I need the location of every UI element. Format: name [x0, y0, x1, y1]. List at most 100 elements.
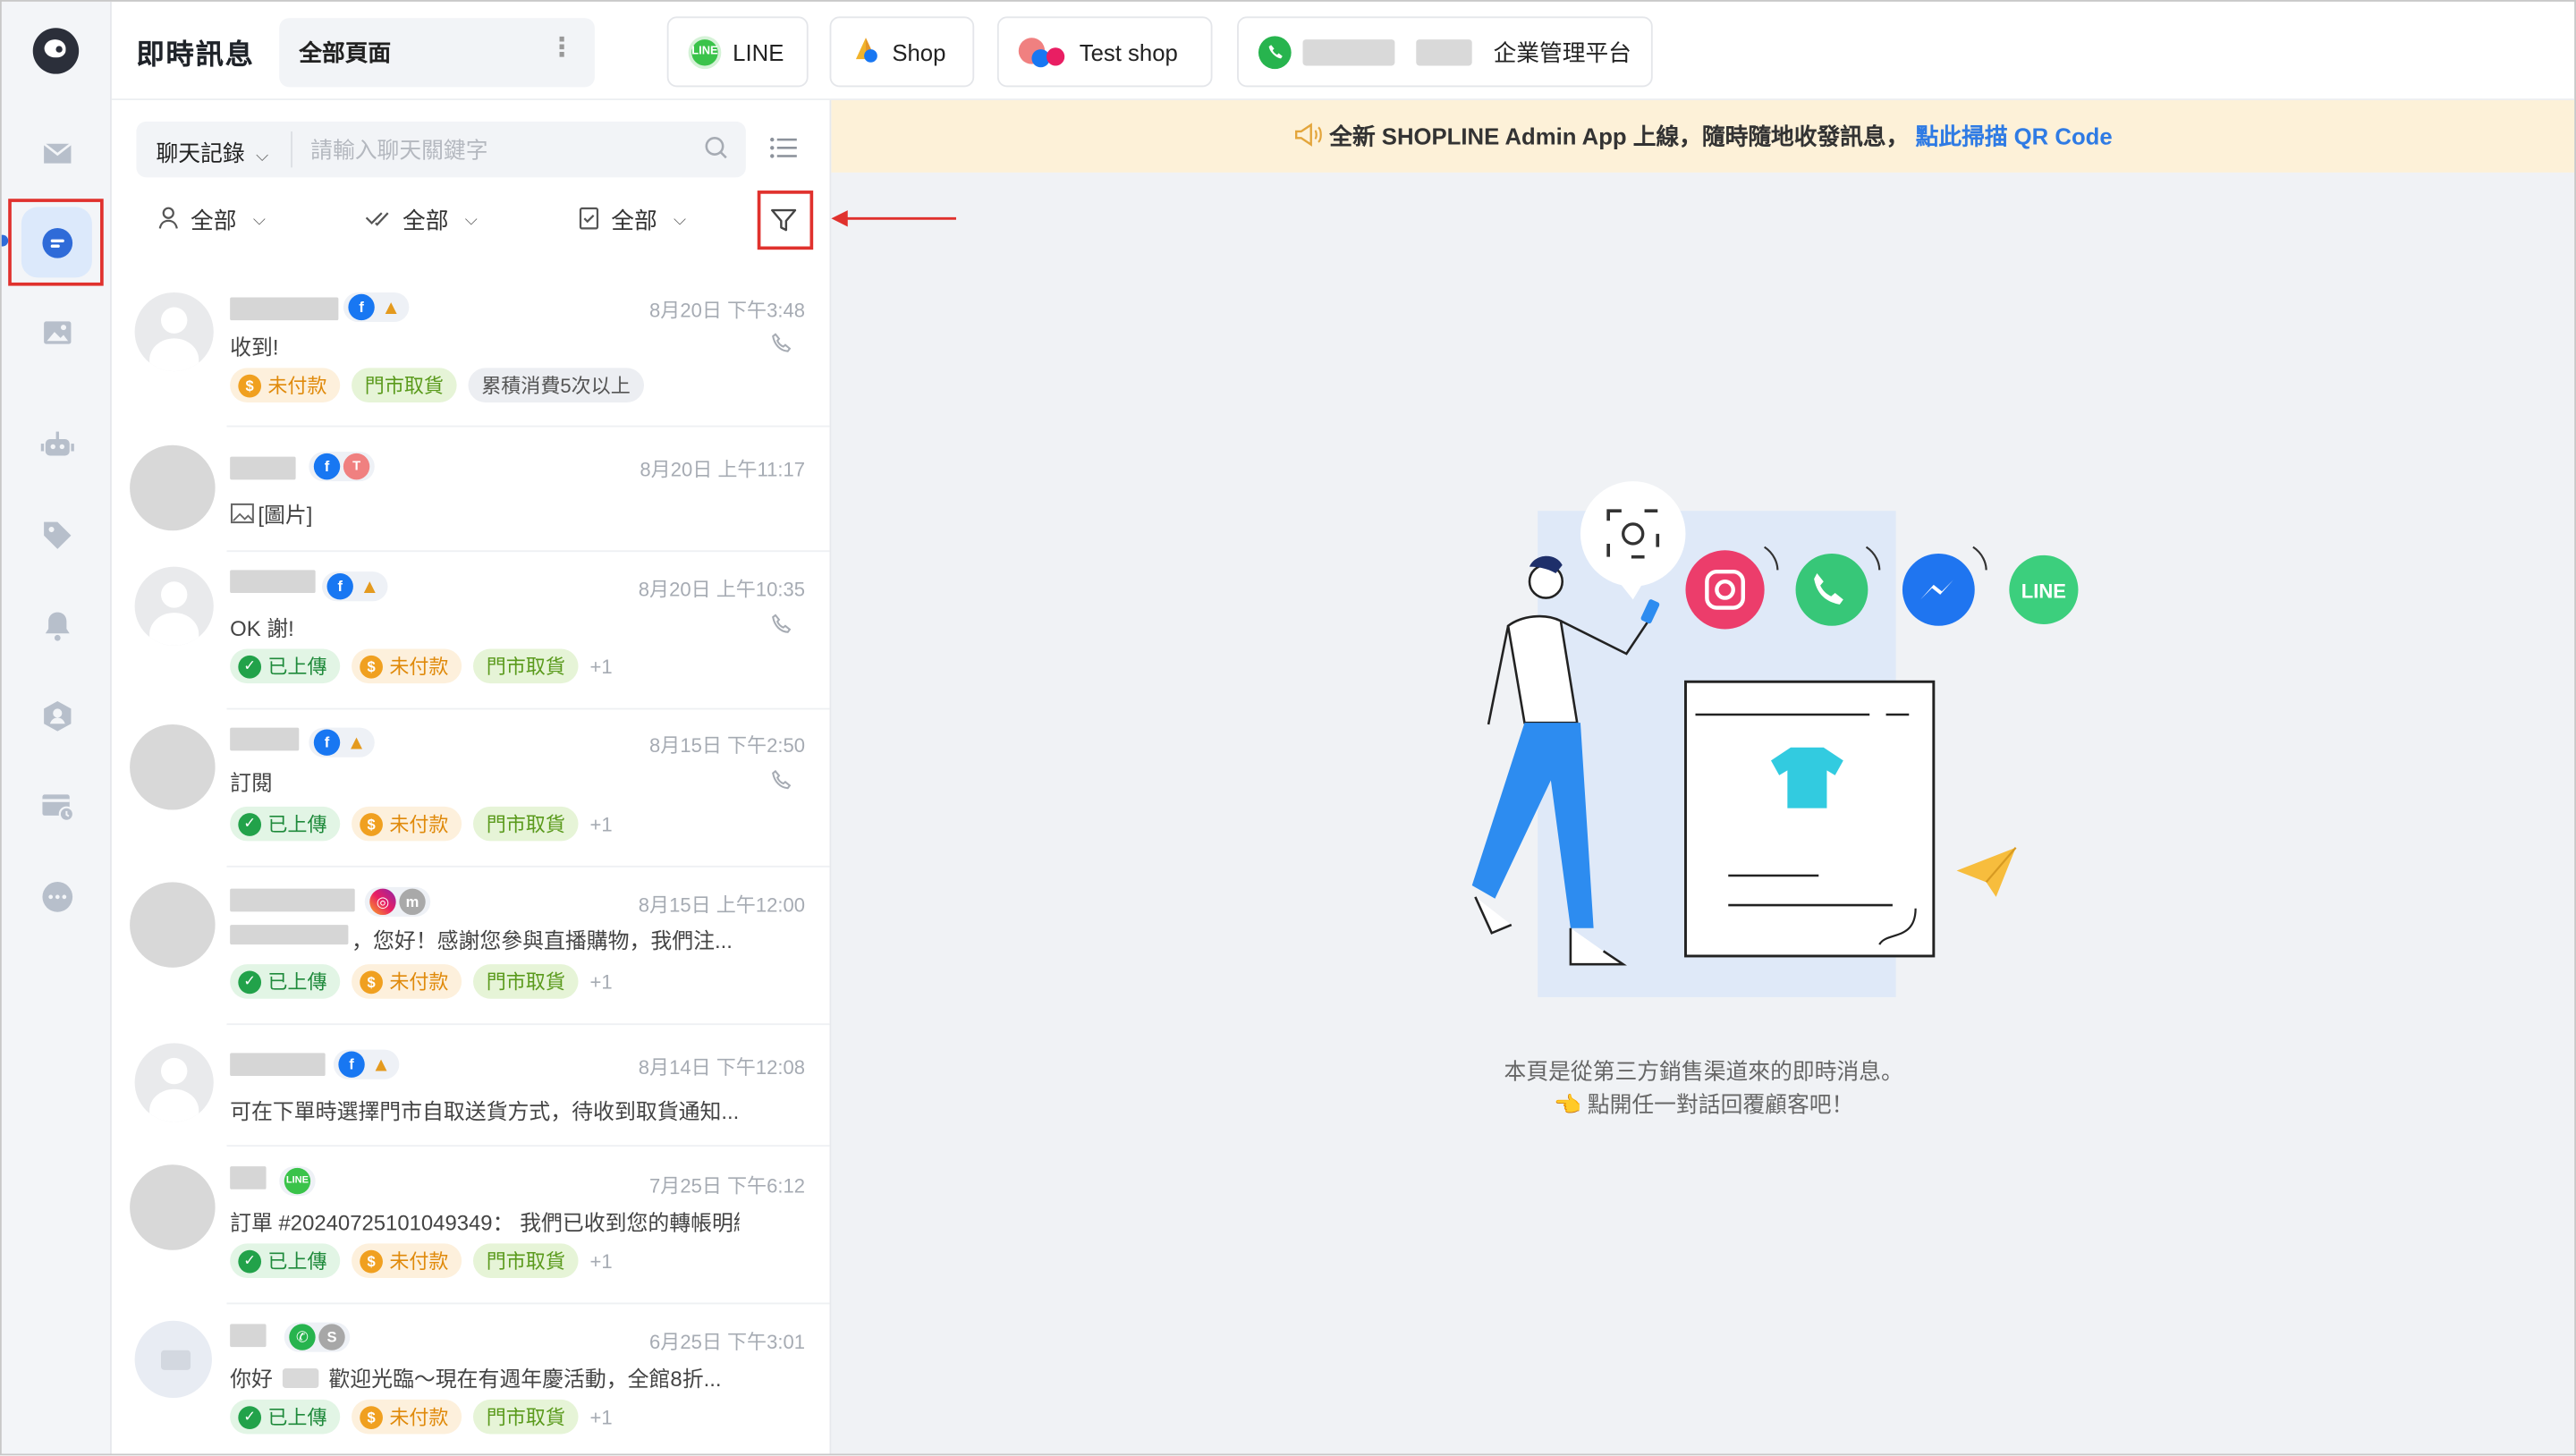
redacted-name [230, 570, 316, 594]
tag-label: 門市取貨 [486, 655, 565, 679]
conversation-item[interactable]: ◎ m 8月15日 上午12:00 ，您好！感謝您參與直播購物，我們注... ✓ 已… [112, 868, 830, 1026]
tab-whatsapp[interactable]: 企業管理平台 [1237, 16, 1653, 88]
conversation-item[interactable]: LINE 7月25日 下午6:12 訂單 #20240725101049349：… [112, 1147, 830, 1305]
tag-label: 未付款 [389, 1406, 449, 1429]
preview-prefix: 你好 [230, 1367, 273, 1392]
image-icon [230, 503, 254, 524]
tag-uploaded: ✓ 已上傳 [230, 1399, 341, 1435]
check-icon: ✓ [238, 969, 262, 994]
filter-assignee[interactable]: 全部 ⌵ [156, 204, 266, 237]
tags-icon[interactable] [21, 499, 92, 570]
conversation-item[interactable]: f ▲ 8月14日 下午12:08 可在下單時選擇門市自取送貨方式，待收到取貨通知… [112, 1025, 830, 1147]
source-badges: f ▲ [333, 1049, 400, 1079]
conversation-item[interactable]: f ▲ 8月15日 下午2:50 訂閱 ✓ 已上傳 $ 未付款 門市取貨 +1 [112, 709, 830, 868]
tag-label: 已上傳 [267, 1249, 327, 1274]
double-check-icon [365, 206, 393, 235]
shopline-icon: ▲ [360, 574, 380, 598]
tag-store-pickup: 門市取貨 [473, 964, 579, 999]
search-type-label: 聊天記錄 [156, 140, 245, 166]
conversation-time: 6月25日 下午3:01 [649, 1330, 805, 1354]
broadcast-icon[interactable] [21, 770, 92, 841]
search-icon[interactable] [703, 135, 729, 170]
facebook-icon: f [348, 293, 375, 321]
tab-test-shop[interactable]: Test shop [996, 16, 1213, 88]
redacted-text [1416, 38, 1472, 65]
inbox-icon[interactable] [21, 116, 92, 187]
search-type-dropdown[interactable]: 聊天記錄 ⌵ [156, 135, 268, 168]
bot-icon[interactable] [21, 409, 92, 479]
tab-label: Test shop [1079, 38, 1178, 65]
conversation-item[interactable]: ✆ S 6月25日 下午3:01 你好 歡迎光臨～現在有週年慶活動，全館8折...… [112, 1304, 830, 1453]
source-badges: f ▲ [309, 727, 375, 758]
chevron-down-icon: ⌵ [252, 211, 266, 230]
tag-store-pickup: 門市取貨 [352, 368, 457, 402]
dollar-icon: $ [238, 373, 262, 397]
conversation-item[interactable]: f ▲ 8月20日 下午3:48 收到! $ 未付款 門市取貨 累積消費5次以上 [112, 271, 830, 427]
tag-label: 已上傳 [267, 1406, 327, 1429]
tag-label: 未付款 [389, 655, 449, 679]
kebab-icon: ⋮ [548, 34, 575, 63]
more-tags-count[interactable]: +1 [589, 970, 612, 994]
customers-icon[interactable] [21, 680, 92, 750]
line-icon: LINE [284, 1167, 311, 1195]
media-icon[interactable] [21, 297, 92, 368]
filter-read-status[interactable]: 全部 ⌵ [365, 204, 478, 237]
tag-unpaid: $ 未付款 [352, 806, 462, 842]
conversation-item[interactable]: f ▲ 8月20日 上午10:35 OK 謝! ✓ 已上傳 $ 未付款 門市取貨 +1 [112, 552, 830, 710]
more-tags-count[interactable]: +1 [589, 812, 612, 835]
tag-label: 未付款 [267, 374, 327, 398]
conversation-preview: 可在下單時選擇門市自取送貨方式，待收到取貨通知... [230, 1098, 740, 1124]
tab-shop[interactable]: Shop [829, 16, 975, 88]
page-select-dropdown[interactable]: 全部頁面 ⋮ [279, 18, 595, 88]
dollar-icon: $ [360, 969, 383, 994]
redacted-name [230, 1324, 267, 1348]
tag-unpaid: $ 未付款 [352, 964, 462, 999]
dollar-icon: $ [360, 1249, 383, 1273]
banner-qr-link[interactable]: 點此掃描 QR Code [1916, 120, 2113, 153]
source-badges: f ▲ [343, 292, 410, 322]
instagram-icon: ◎ [369, 888, 396, 916]
bell-icon[interactable] [21, 589, 92, 660]
announcement-banner: 全新 SHOPLINE Admin App 上線，隨時隨地收發訊息， 點此掃描 … [831, 100, 2575, 173]
avatar [134, 566, 214, 646]
tag-list: ✓ 已上傳 $ 未付款 門市取貨 +1 [230, 806, 613, 842]
tag-store-pickup: 門市取貨 [473, 1399, 579, 1435]
conversation-time: 8月20日 上午10:35 [638, 578, 805, 602]
check-icon: ✓ [238, 812, 262, 835]
tag-store-pickup: 門市取貨 [473, 806, 579, 842]
tag-list: ✓ 已上傳 $ 未付款 門市取貨 +1 [230, 1399, 613, 1435]
redacted-name [230, 456, 296, 480]
more-tags-count[interactable]: +1 [589, 1249, 612, 1273]
app-logo[interactable] [32, 28, 80, 74]
redacted-text [282, 1367, 319, 1388]
list-view-icon[interactable] [769, 135, 799, 170]
more-tags-count[interactable]: +1 [589, 655, 612, 678]
tag-label: 累積消費5次以上 [481, 374, 631, 398]
search-bar: 聊天記錄 ⌵ [136, 121, 746, 178]
avatar [134, 292, 214, 372]
s-channel-icon: S [318, 1324, 345, 1350]
source-badges: f ▲ [321, 571, 388, 602]
active-indicator [1, 234, 9, 247]
conversation-item[interactable]: fT 8月20日 上午11:17 [圖片] [112, 427, 830, 553]
filter-order-status[interactable]: 全部 ⌵ [577, 204, 686, 237]
redacted-name [230, 888, 355, 912]
sidebar-rail [1, 1, 112, 1454]
shopline-icon: ▲ [346, 731, 367, 755]
conversation-time: 8月14日 下午12:08 [638, 1056, 805, 1079]
avatar [134, 1043, 214, 1122]
tab-line[interactable]: LINE LINE [666, 16, 809, 88]
search-input[interactable] [310, 128, 697, 172]
more-icon[interactable] [21, 860, 92, 931]
avatar [130, 1164, 216, 1250]
tag-unpaid: $ 未付款 [352, 1399, 462, 1435]
redacted-text [1302, 38, 1395, 65]
megaphone-icon [1293, 121, 1323, 152]
avatar [130, 444, 216, 531]
page-title: 即時訊息 [136, 39, 255, 71]
user-icon [156, 206, 181, 235]
conversation-preview: 訂閱 [230, 770, 273, 795]
avatar [130, 724, 216, 810]
more-tags-count[interactable]: +1 [589, 1405, 612, 1428]
divider [291, 131, 292, 168]
